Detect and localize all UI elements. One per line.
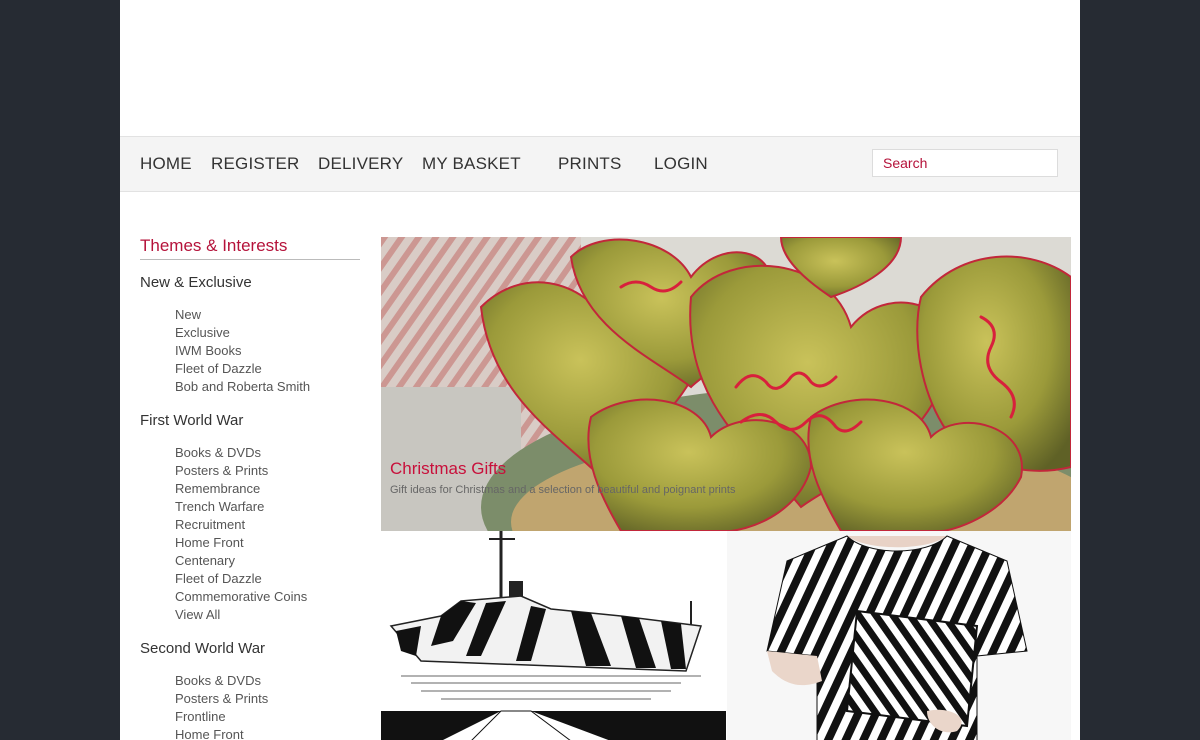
sidebar-link-view-all[interactable]: View All <box>175 606 360 624</box>
tile-dazzle-ship[interactable] <box>381 531 726 740</box>
hero-banner[interactable]: Christmas Gifts Gift ideas for Christmas… <box>381 237 1071 531</box>
sidebar-list: Books & DVDs Posters & Prints Remembranc… <box>140 444 360 624</box>
sidebar-link-posters-prints[interactable]: Posters & Prints <box>175 690 360 708</box>
sidebar-list: New Exclusive IWM Books Fleet of Dazzle … <box>140 306 360 396</box>
sidebar-link-frontline[interactable]: Frontline <box>175 708 360 726</box>
sidebar-title: Themes & Interests <box>140 236 360 260</box>
sidebar-section-second-world-war[interactable]: Second World War <box>140 640 360 657</box>
product-tiles <box>381 531 1071 740</box>
main-content: Christmas Gifts Gift ideas for Christmas… <box>381 237 1071 740</box>
sidebar-link-centenary[interactable]: Centenary <box>175 552 360 570</box>
sidebar-link-bob-and-roberta-smith[interactable]: Bob and Roberta Smith <box>175 378 360 396</box>
sidebar-link-new[interactable]: New <box>175 306 360 324</box>
sidebar-link-iwm-books[interactable]: IWM Books <box>175 342 360 360</box>
sidebar-link-books-dvds[interactable]: Books & DVDs <box>175 444 360 462</box>
nav-my-basket[interactable]: MY BASKET <box>422 154 521 174</box>
sidebar-link-home-front[interactable]: Home Front <box>175 534 360 552</box>
hero-description: Gift ideas for Christmas and a selection… <box>390 484 736 496</box>
sidebar-link-fleet-of-dazzle[interactable]: Fleet of Dazzle <box>175 570 360 588</box>
nav-home[interactable]: HOME <box>140 154 192 174</box>
nav-login[interactable]: LOGIN <box>654 154 708 174</box>
sidebar-link-commemorative-coins[interactable]: Commemorative Coins <box>175 588 360 606</box>
sidebar-section-new-exclusive[interactable]: New & Exclusive <box>140 274 360 291</box>
nav-prints[interactable]: PRINTS <box>558 154 622 174</box>
nav-delivery[interactable]: DELIVERY <box>318 154 403 174</box>
sidebar-link-trench-warfare[interactable]: Trench Warfare <box>175 498 360 516</box>
sidebar-link-recruitment[interactable]: Recruitment <box>175 516 360 534</box>
nav-register[interactable]: REGISTER <box>211 154 300 174</box>
sidebar-link-remembrance[interactable]: Remembrance <box>175 480 360 498</box>
sidebar-link-home-front[interactable]: Home Front <box>175 726 360 740</box>
sidebar-link-posters-prints[interactable]: Posters & Prints <box>175 462 360 480</box>
sidebar-list: Books & DVDs Posters & Prints Frontline … <box>140 672 360 740</box>
header-area <box>120 0 1080 136</box>
sidebar-link-fleet-of-dazzle[interactable]: Fleet of Dazzle <box>175 360 360 378</box>
dazzle-ship-image <box>381 531 726 740</box>
main-navigation: HOME REGISTER DELIVERY MY BASKET PRINTS … <box>120 136 1080 192</box>
page: HOME REGISTER DELIVERY MY BASKET PRINTS … <box>120 0 1080 740</box>
search-input[interactable] <box>872 149 1058 177</box>
sidebar-section-first-world-war[interactable]: First World War <box>140 412 360 429</box>
hero-title[interactable]: Christmas Gifts <box>390 459 506 479</box>
dazzle-tshirt-image <box>727 531 1071 740</box>
sidebar-link-books-dvds[interactable]: Books & DVDs <box>175 672 360 690</box>
sidebar: Themes & Interests New & Exclusive New E… <box>140 236 360 740</box>
tile-dazzle-tshirt[interactable] <box>727 531 1071 740</box>
sidebar-link-exclusive[interactable]: Exclusive <box>175 324 360 342</box>
